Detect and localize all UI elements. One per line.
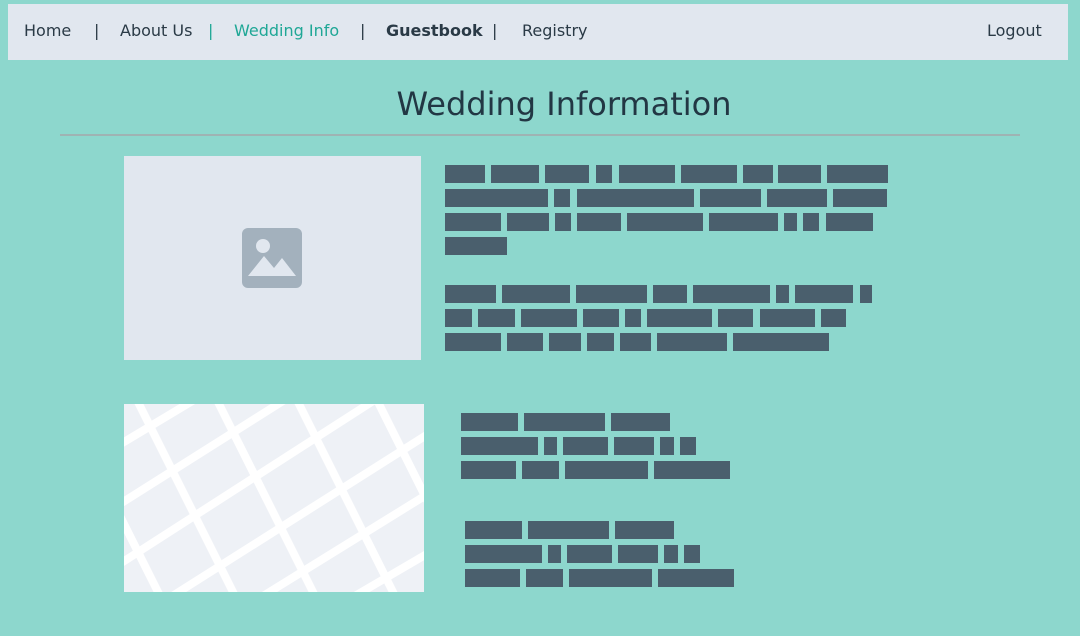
redacted-text-block xyxy=(733,333,829,351)
redacted-text-block xyxy=(445,213,501,231)
redacted-text-block xyxy=(657,333,727,351)
redacted-text-block xyxy=(833,189,887,207)
redacted-text-block xyxy=(445,189,548,207)
nav-guestbook-link[interactable]: Guestbook xyxy=(386,21,483,41)
redacted-text-block xyxy=(684,545,700,563)
redacted-text-block xyxy=(555,213,571,231)
redacted-text-block xyxy=(627,213,703,231)
redacted-text-block xyxy=(620,333,651,351)
redacted-text-block xyxy=(681,165,737,183)
redacted-text-block xyxy=(563,437,608,455)
redacted-text-block xyxy=(567,545,612,563)
redacted-text-block xyxy=(619,165,675,183)
redacted-text-block xyxy=(718,309,753,327)
image-placeholder xyxy=(124,156,421,360)
redacted-text-block xyxy=(522,461,559,479)
redacted-text-block xyxy=(576,285,647,303)
redacted-text-block xyxy=(528,521,609,539)
redacted-text-block xyxy=(502,285,570,303)
redacted-text-block xyxy=(614,437,654,455)
redacted-text-block xyxy=(664,545,678,563)
nav-about-link[interactable]: About Us xyxy=(120,21,192,41)
redacted-text-block xyxy=(654,461,730,479)
redacted-text-block xyxy=(445,285,496,303)
redacted-text-block xyxy=(526,569,563,587)
top-nav: Home | About Us | Wedding Info | Guestbo… xyxy=(8,4,1068,60)
redacted-text-block xyxy=(544,437,557,455)
redacted-text-block xyxy=(577,213,621,231)
redacted-text-block xyxy=(803,213,819,231)
redacted-text-block xyxy=(611,413,670,431)
redacted-text-block xyxy=(680,437,696,455)
redacted-text-block xyxy=(465,569,520,587)
redacted-text-block xyxy=(743,165,773,183)
redacted-text-block xyxy=(507,213,549,231)
redacted-text-block xyxy=(658,569,734,587)
redacted-text-block xyxy=(583,309,619,327)
redacted-text-block xyxy=(693,285,770,303)
redacted-text-block xyxy=(521,309,577,327)
redacted-text-block xyxy=(461,461,516,479)
redacted-text-block xyxy=(776,285,789,303)
redacted-text-block xyxy=(826,213,873,231)
redacted-text-block xyxy=(647,309,712,327)
redacted-text-block xyxy=(821,309,846,327)
redacted-text-block xyxy=(660,437,674,455)
nav-separator: | xyxy=(94,21,100,40)
map-placeholder xyxy=(124,404,424,592)
redacted-text-block xyxy=(445,333,501,351)
redacted-text-block xyxy=(548,545,561,563)
image-icon xyxy=(242,228,302,288)
redacted-text-block xyxy=(596,165,612,183)
redacted-text-block xyxy=(461,413,518,431)
title-divider xyxy=(60,134,1020,136)
redacted-text-block xyxy=(445,237,507,255)
redacted-text-block xyxy=(569,569,652,587)
nav-logout-link[interactable]: Logout xyxy=(987,21,1042,41)
redacted-text-block xyxy=(577,189,694,207)
redacted-text-block xyxy=(465,521,522,539)
nav-registry-link[interactable]: Registry xyxy=(522,21,588,41)
redacted-text-block xyxy=(653,285,687,303)
redacted-text-block xyxy=(625,309,641,327)
nav-wedding-info-link[interactable]: Wedding Info xyxy=(234,21,339,41)
redacted-text-block xyxy=(587,333,614,351)
redacted-text-block xyxy=(784,213,797,231)
page-title: Wedding Information xyxy=(396,85,732,123)
redacted-text-block xyxy=(545,165,589,183)
redacted-text-block xyxy=(767,189,827,207)
redacted-text-block xyxy=(445,165,485,183)
nav-separator: | xyxy=(360,21,366,40)
redacted-text-block xyxy=(709,213,778,231)
redacted-text-block xyxy=(491,165,539,183)
redacted-text-block xyxy=(700,189,761,207)
redacted-text-block xyxy=(549,333,581,351)
redacted-text-block xyxy=(565,461,648,479)
redacted-text-block xyxy=(795,285,853,303)
redacted-text-block xyxy=(507,333,543,351)
redacted-text-block xyxy=(465,545,542,563)
nav-home-link[interactable]: Home xyxy=(24,21,71,41)
redacted-text-block xyxy=(778,165,821,183)
redacted-text-block xyxy=(524,413,605,431)
redacted-text-block xyxy=(860,285,872,303)
redacted-text-block xyxy=(445,309,472,327)
redacted-text-block xyxy=(618,545,658,563)
redacted-text-block xyxy=(461,437,538,455)
nav-separator: | xyxy=(208,21,214,40)
redacted-text-block xyxy=(827,165,888,183)
nav-separator: | xyxy=(492,21,498,40)
redacted-text-block xyxy=(478,309,515,327)
redacted-text-block xyxy=(615,521,674,539)
map-icon xyxy=(124,404,424,592)
redacted-text-block xyxy=(760,309,815,327)
redacted-text-block xyxy=(554,189,570,207)
